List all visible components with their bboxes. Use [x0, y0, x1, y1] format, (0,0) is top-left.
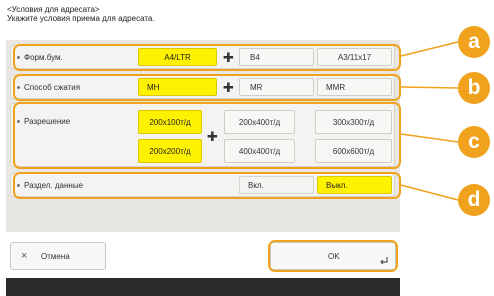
- callout-c: c: [458, 126, 490, 158]
- callout-b: b: [458, 72, 490, 104]
- callout-connectors: [400, 41, 459, 201]
- callout-a: a: [458, 26, 490, 58]
- callout-d: d: [458, 184, 490, 216]
